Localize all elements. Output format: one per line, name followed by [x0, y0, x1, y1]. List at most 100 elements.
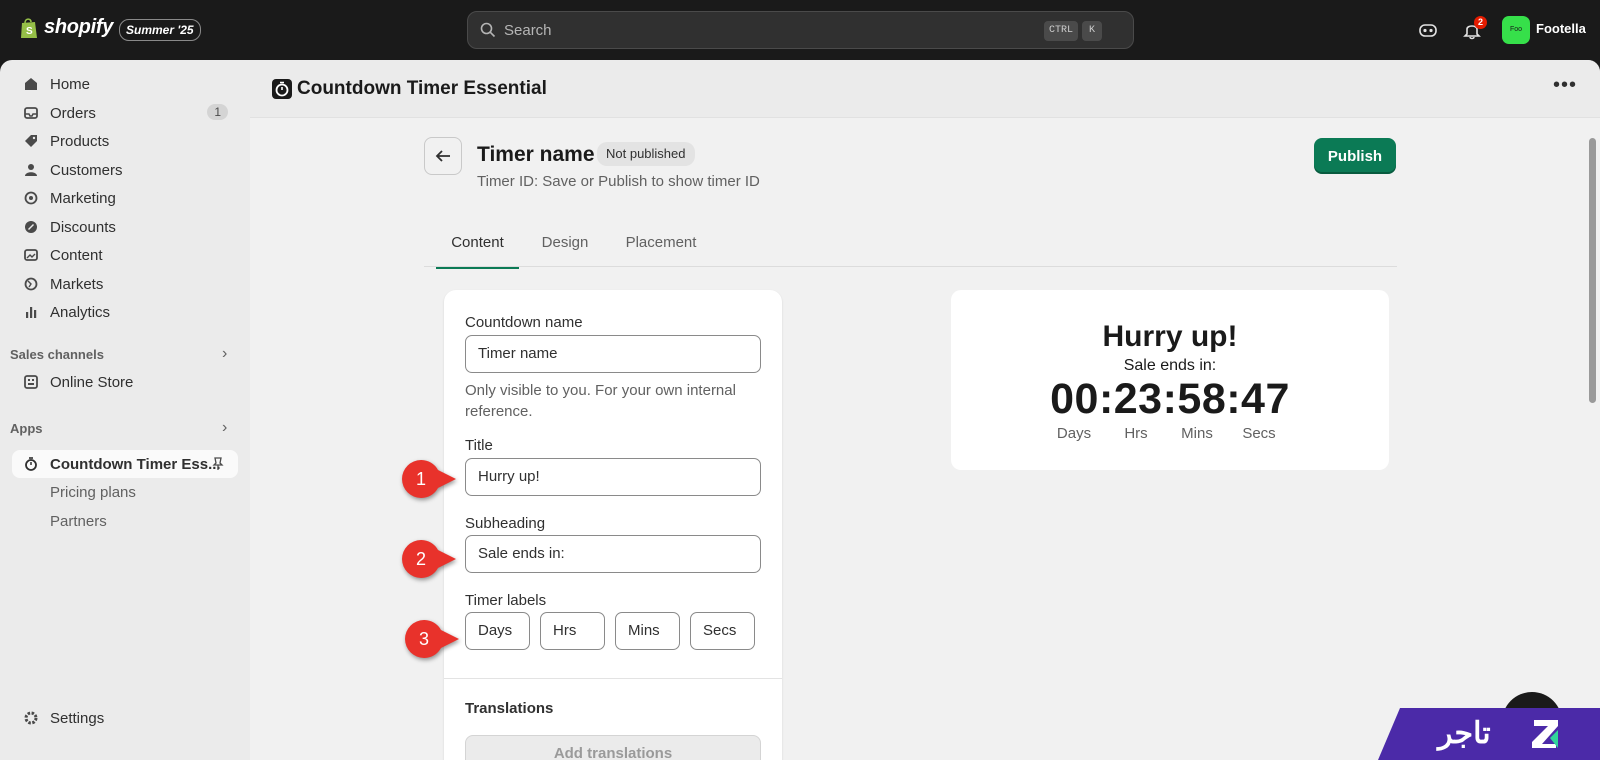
shopify-logo[interactable]: S shopify — [20, 16, 113, 39]
callout-number: 3 — [418, 629, 429, 649]
top-bar: S shopify Summer '25 Search CTRL K 2 Foo… — [0, 0, 1600, 60]
shortcut-k-key: K — [1082, 21, 1102, 41]
shortcut-ctrl-key: CTRL — [1044, 21, 1078, 41]
sidebar-item-label: Settings — [50, 709, 105, 727]
target-icon — [24, 191, 38, 205]
sidebar-item-label: Home — [50, 75, 91, 93]
app-title: Countdown Timer Essential — [297, 78, 547, 99]
sidebar: Home Orders 1 Products Customers Marketi… — [0, 60, 250, 760]
store-name[interactable]: Footella — [1536, 21, 1586, 36]
sidebar-item-markets[interactable]: Markets — [12, 270, 238, 298]
globe-icon — [24, 277, 38, 291]
apps-heading: Apps — [10, 421, 43, 436]
title-input[interactable]: Hurry up! — [465, 458, 761, 496]
watermark-logo-icon — [1532, 720, 1558, 748]
bar-chart-icon — [26, 307, 37, 318]
sidebar-item-label: Markets — [50, 275, 104, 293]
stopwatch-icon — [25, 457, 37, 471]
shopify-bag-icon: S — [21, 17, 37, 38]
sidebar-item-analytics[interactable]: Analytics — [12, 298, 238, 326]
storefront-icon — [24, 375, 38, 389]
preview-mins-label: Mins — [1181, 425, 1213, 442]
edition-badge: Summer '25 — [119, 19, 201, 41]
secs-label-input[interactable]: Secs — [690, 612, 755, 650]
search-icon — [480, 22, 496, 38]
more-actions-icon[interactable]: ••• — [1553, 74, 1577, 97]
pin-icon[interactable] — [212, 457, 224, 471]
sidebar-item-orders[interactable]: Orders 1 — [12, 99, 238, 127]
divider — [444, 678, 782, 679]
preview-days-label: Days — [1056, 425, 1092, 442]
sales-channels-heading: Sales channels — [10, 347, 104, 362]
sidebar-item-marketing[interactable]: Marketing — [12, 184, 238, 212]
gear-icon — [24, 711, 38, 725]
search-bar[interactable]: Search CTRL K — [467, 11, 1134, 49]
page-title: Timer name — [477, 143, 595, 166]
hrs-label-input[interactable]: Hrs — [540, 612, 605, 650]
mins-label-input[interactable]: Mins — [615, 612, 680, 650]
sidebar-item-settings[interactable]: Settings — [12, 704, 238, 732]
inbox-icon — [24, 107, 38, 119]
arrow-left-icon — [435, 150, 450, 162]
timer-preview-card: Hurry up! Sale ends in: 00:23:58:47 Days… — [951, 290, 1389, 470]
tab-design[interactable]: Design — [528, 232, 602, 269]
days-label-input[interactable]: Days — [465, 612, 530, 650]
sidebar-item-label: Products — [50, 132, 110, 150]
search-placeholder: Search — [504, 21, 552, 39]
sidebar-item-partners[interactable]: Partners — [12, 507, 238, 535]
tab-placement[interactable]: Placement — [614, 232, 708, 269]
preview-subheading: Sale ends in: — [1123, 357, 1217, 374]
timer-labels-label: Timer labels — [465, 592, 547, 609]
sidebar-item-home[interactable]: Home — [12, 70, 238, 98]
callout-marker-3: 3 — [405, 620, 459, 658]
sidebar-item-pricing-plans[interactable]: Pricing plans — [12, 478, 238, 506]
sidebar-item-label: Online Store — [50, 373, 134, 391]
tag-icon — [25, 135, 37, 147]
tab-bar: Content Design Placement — [424, 230, 1397, 269]
brand-name: shopify — [44, 16, 114, 38]
subheading-label: Subheading — [465, 515, 546, 532]
status-badge: Not published — [597, 142, 695, 166]
sidekick-icon[interactable] — [1418, 20, 1438, 40]
publish-button[interactable]: Publish — [1314, 138, 1396, 174]
notification-count-badge: 2 — [1474, 16, 1487, 29]
image-icon — [24, 249, 38, 261]
sidebar-item-label: Analytics — [50, 303, 111, 321]
translations-heading: Translations — [465, 700, 554, 717]
sidebar-item-discounts[interactable]: Discounts — [12, 213, 238, 241]
store-avatar[interactable]: Foo — [1502, 16, 1530, 44]
countdown-name-input[interactable]: Timer name — [465, 335, 761, 373]
countdown-name-label: Countdown name — [465, 314, 583, 331]
tab-content[interactable]: Content — [436, 232, 519, 269]
sidebar-item-label: Countdown Timer Ess... — [50, 455, 221, 473]
sidebar-item-online-store[interactable]: Online Store — [12, 368, 238, 396]
subheading-input[interactable]: Sale ends in: — [465, 535, 761, 573]
chevron-right-icon[interactable]: › — [222, 419, 227, 437]
sidebar-item-countdown-timer[interactable]: Countdown Timer Ess... — [12, 450, 238, 478]
timer-id-text: Timer ID: Save or Publish to show timer … — [477, 173, 760, 190]
sidebar-item-label: Content — [50, 246, 103, 264]
add-translations-button[interactable]: Add translations — [465, 735, 761, 760]
content-form-card: Countdown name Timer name Only visible t… — [444, 290, 782, 760]
watermark-banner: تاجر — [1378, 708, 1600, 760]
orders-count-badge: 1 — [207, 104, 228, 120]
sidebar-item-label: Marketing — [50, 189, 116, 207]
home-icon — [25, 78, 37, 90]
sidebar-item-content[interactable]: Content — [12, 241, 238, 269]
callout-number: 2 — [415, 549, 426, 569]
app-logo-icon — [272, 79, 292, 99]
chevron-right-icon[interactable]: › — [222, 345, 227, 363]
scrollbar-thumb[interactable] — [1589, 138, 1596, 403]
watermark-text: تاجر — [1438, 717, 1491, 750]
sidebar-item-customers[interactable]: Customers — [12, 156, 238, 184]
countdown-name-hint: Only visible to you. For your own intern… — [465, 382, 736, 420]
title-label: Title — [465, 437, 493, 454]
sidebar-item-label: Discounts — [50, 218, 116, 236]
preview-title: Hurry up! — [1102, 320, 1238, 353]
svg-text:S: S — [26, 26, 33, 37]
callout-number: 1 — [415, 469, 426, 489]
sidebar-item-products[interactable]: Products — [12, 127, 238, 155]
discount-icon — [25, 221, 37, 233]
back-button[interactable] — [424, 137, 462, 175]
callout-marker-2: 2 — [402, 540, 456, 578]
